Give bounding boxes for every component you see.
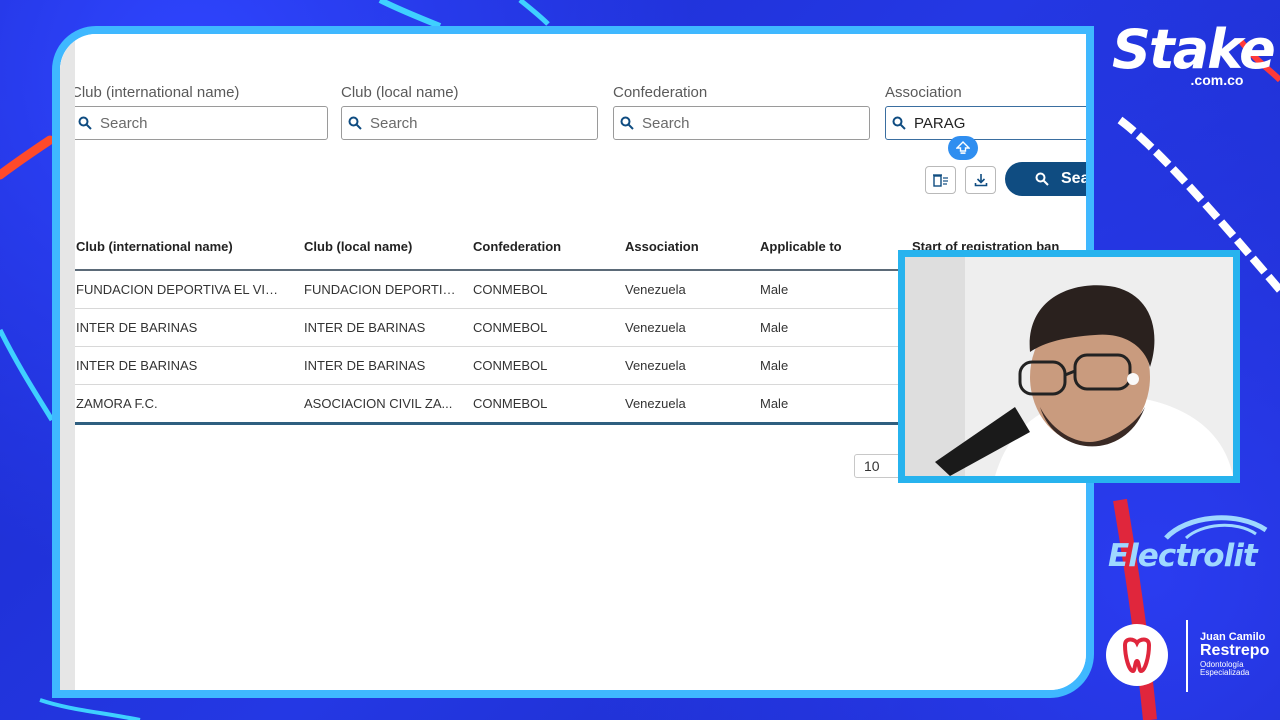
sponsor-line: Especializada	[1200, 668, 1250, 677]
table-cell: Male	[760, 358, 789, 373]
filter-label: Confederation	[613, 84, 708, 101]
column-header[interactable]: Club (local name)	[304, 224, 456, 269]
table-cell: FUNDACION DEPORTIV...	[304, 282, 456, 297]
table-cell: ZAMORA F.C.	[76, 396, 158, 411]
table-cell: INTER DE BARINAS	[76, 358, 198, 373]
confederation-search-input[interactable]	[642, 114, 842, 132]
streamer-image	[905, 257, 1233, 476]
search-icon	[1035, 172, 1049, 186]
table-cell: CONMEBOL	[473, 396, 548, 411]
table-cell: INTER DE BARINAS	[76, 320, 198, 335]
sponsor-line: Restrepo	[1200, 642, 1270, 659]
dentist-name: Juan Camilo Restrepo Odontología Especia…	[1200, 632, 1269, 677]
table-cell: Venezuela	[625, 396, 686, 411]
filter-label: Club (local name)	[341, 84, 459, 101]
clear-filters-button[interactable]	[925, 166, 956, 194]
search-icon	[620, 116, 634, 130]
filter-club-international: Club (international name)	[75, 82, 328, 140]
table-cell: INTER DE BARINAS	[304, 320, 426, 335]
stake-logo: Stake .com.co	[1112, 18, 1276, 89]
electrolit-swoosh-icon	[1164, 515, 1268, 540]
column-header[interactable]: Association	[625, 224, 745, 269]
table-cell: CONMEBOL	[473, 358, 548, 373]
column-header[interactable]: Applicable to	[760, 224, 880, 269]
stake-wordmark: Stake	[1112, 18, 1276, 81]
search-input-wrapper[interactable]	[613, 106, 870, 140]
table-cell: Venezuela	[625, 320, 686, 335]
search-button[interactable]: Sea	[1005, 162, 1086, 196]
divider	[1186, 620, 1188, 692]
dentist-sponsor: Juan Camilo Restrepo Odontología Especia…	[1104, 620, 1274, 696]
table-cell: CONMEBOL	[473, 282, 548, 297]
association-search-input[interactable]	[914, 114, 1086, 132]
table-cell: FUNDACION DEPORTIVA EL VIGIA	[76, 282, 286, 297]
clear-filter-icon	[932, 174, 948, 187]
club-international-search-input[interactable]	[100, 114, 300, 132]
table-cell: Venezuela	[625, 282, 686, 297]
filter-label: Association	[885, 84, 962, 101]
table-cell: ASOCIACION CIVIL ZA...	[304, 396, 453, 411]
download-icon	[974, 174, 987, 187]
filter-confederation: Confederation	[613, 82, 870, 140]
table-cell: INTER DE BARINAS	[304, 358, 426, 373]
column-header[interactable]: Club (international name)	[76, 224, 286, 269]
filter-label: Club (international name)	[75, 84, 240, 101]
filter-club-local: Club (local name)	[341, 82, 598, 140]
electrolit-wordmark: Electrolit	[1108, 538, 1258, 574]
search-icon	[348, 116, 362, 130]
download-button[interactable]	[965, 166, 996, 194]
filter-association: Association	[885, 82, 1086, 140]
caps-lock-indicator-icon	[948, 136, 978, 160]
search-input-wrapper[interactable]	[75, 106, 328, 140]
table-cell: CONMEBOL	[473, 320, 548, 335]
table-cell: Male	[760, 320, 789, 335]
table-cell: Male	[760, 396, 789, 411]
club-local-search-input[interactable]	[370, 114, 570, 132]
webcam-feed	[898, 250, 1240, 483]
tooth-logo-icon	[1106, 624, 1168, 686]
table-cell: Male	[760, 282, 789, 297]
search-icon	[78, 116, 92, 130]
table-cell: Venezuela	[625, 358, 686, 373]
search-input-wrapper[interactable]	[885, 106, 1086, 140]
electrolit-logo: Electrolit	[1108, 515, 1274, 574]
search-button-label: Sea	[1061, 170, 1086, 187]
search-input-wrapper[interactable]	[341, 106, 598, 140]
search-icon	[892, 116, 906, 130]
column-header[interactable]: Confederation	[473, 224, 603, 269]
